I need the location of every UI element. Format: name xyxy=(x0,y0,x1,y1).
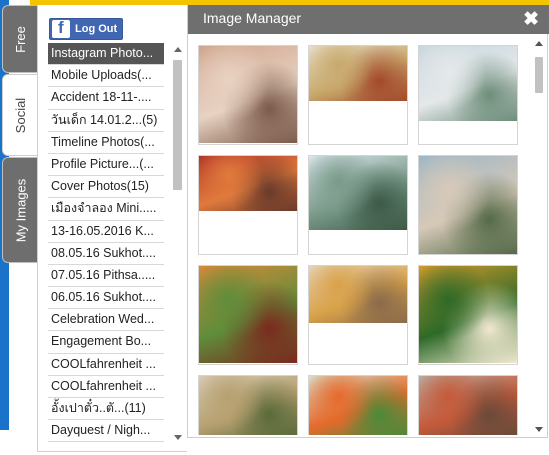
album-item[interactable]: 07.05.16 Pithsa..... xyxy=(48,265,164,288)
tab-my-images-label: My Images xyxy=(13,178,29,242)
photo-rice-bowl xyxy=(419,266,517,363)
facebook-icon xyxy=(52,18,70,38)
image-thumbnail[interactable] xyxy=(418,375,518,435)
photo-dim-sum xyxy=(309,46,407,101)
photo-salad xyxy=(309,376,407,435)
album-item[interactable]: 06.05.16 Sukhot.... xyxy=(48,287,164,310)
scroll-down-arrow-icon[interactable] xyxy=(535,427,543,432)
logout-label: Log Out xyxy=(75,23,118,35)
scroll-up-arrow-icon[interactable] xyxy=(535,41,543,46)
image-thumbnail[interactable] xyxy=(418,45,518,145)
scroll-thumb[interactable] xyxy=(535,57,543,93)
photo-beach xyxy=(419,46,517,121)
scroll-thumb[interactable] xyxy=(173,60,182,190)
image-thumbnail[interactable] xyxy=(198,265,298,365)
photo-noodle-soup xyxy=(199,376,297,435)
album-item[interactable]: Instagram Photo... xyxy=(48,43,164,66)
image-thumbnail[interactable] xyxy=(308,155,408,255)
album-item[interactable]: Mobile Uploads(... xyxy=(48,65,164,88)
photo-viewpoint-selfie xyxy=(309,156,407,230)
image-manager-title: Image Manager xyxy=(203,10,302,26)
album-item[interactable]: อั้งเปาตั๋ว..ตั...(11) xyxy=(48,398,164,421)
tab-social-label: Social xyxy=(13,97,29,133)
photo-soup-plates xyxy=(309,266,407,323)
album-item[interactable]: เมืองจำลอง Mini..... xyxy=(48,198,164,221)
photo-cat xyxy=(199,46,297,143)
image-thumbnail[interactable] xyxy=(308,375,408,435)
image-thumbnail[interactable] xyxy=(308,45,408,145)
album-item[interactable]: Cover Photos(15) xyxy=(48,176,164,199)
image-grid xyxy=(198,45,528,435)
image-grid-scrollbar[interactable] xyxy=(533,37,545,435)
image-thumbnail[interactable] xyxy=(418,265,518,365)
tab-free[interactable]: Free xyxy=(2,5,38,73)
album-item[interactable]: Engagement Bo... xyxy=(48,331,164,354)
tab-free-label: Free xyxy=(12,25,28,53)
tab-social[interactable]: Social xyxy=(2,74,38,156)
tab-my-images[interactable]: My Images xyxy=(2,157,38,263)
album-item[interactable]: Dayquest / Nigh... xyxy=(48,420,164,443)
album-item[interactable]: Profile Picture...(... xyxy=(48,154,164,177)
album-item[interactable]: 08.05.16 Sukhot.... xyxy=(48,243,164,265)
image-thumbnail[interactable] xyxy=(418,155,518,255)
photo-crab xyxy=(199,156,297,211)
photo-thai-dishes xyxy=(199,266,297,363)
photo-grilled-fish xyxy=(419,376,517,435)
album-item[interactable]: Celebration Wed... xyxy=(48,309,164,332)
album-item[interactable]: COOLfahrenheit ... xyxy=(48,354,164,376)
scroll-down-arrow-icon[interactable] xyxy=(174,435,182,440)
image-thumbnail[interactable] xyxy=(198,155,298,255)
image-picker-root: Free Social My Images Log Out Instagram … xyxy=(0,0,549,455)
album-item[interactable]: Accident 18-11-.... xyxy=(48,87,164,110)
album-item[interactable]: Timeline Photos(... xyxy=(48,132,164,154)
image-manager-panel: Image Manager ✖ xyxy=(187,5,549,438)
album-item[interactable]: COOLfahrenheit ... xyxy=(48,376,164,398)
album-list: Instagram Photo... Mobile Uploads(... Acci… xyxy=(48,43,164,443)
album-panel: Log Out Instagram Photo...Mobile Uploads… xyxy=(37,5,187,452)
image-thumbnail[interactable] xyxy=(198,375,298,435)
album-item[interactable]: วันเด็ก 14.01.2...(5) xyxy=(48,110,164,132)
scroll-up-arrow-icon[interactable] xyxy=(174,47,182,52)
facebook-logout-button[interactable]: Log Out xyxy=(49,18,123,40)
image-thumbnail[interactable] xyxy=(308,265,408,365)
image-thumbnail[interactable] xyxy=(198,45,298,145)
photo-picnic-collage xyxy=(419,156,517,254)
close-icon[interactable]: ✖ xyxy=(523,8,539,31)
album-item[interactable]: 13-16.05.2016 K... xyxy=(48,221,164,243)
image-manager-header: Image Manager ✖ xyxy=(188,5,549,34)
album-list-scrollbar[interactable] xyxy=(172,45,184,440)
